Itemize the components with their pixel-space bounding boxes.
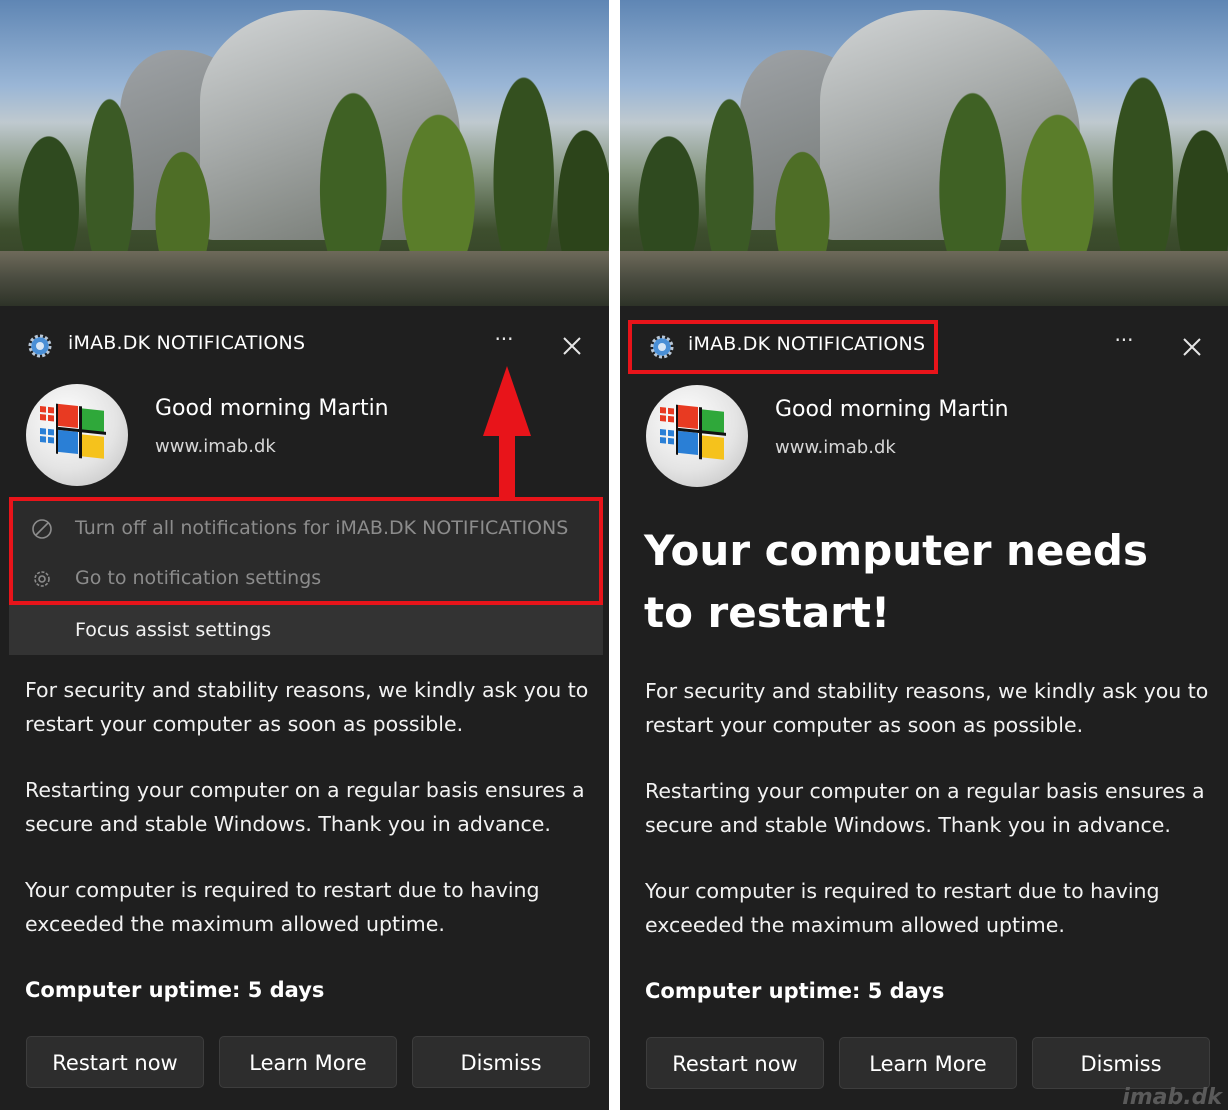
uptime-label: Computer uptime: <box>25 978 241 1002</box>
menu-item-label: Focus assist settings <box>75 619 272 641</box>
body-paragraph-3: Your computer is required to restart due… <box>645 879 1160 937</box>
uptime-value: 5 days <box>247 978 325 1002</box>
toast-header: iMAB.DK NOTIFICATIONS ··· <box>28 328 589 360</box>
learn-more-button[interactable]: Learn More <box>839 1037 1017 1089</box>
sender-url: www.imab.dk <box>155 436 276 457</box>
app-gear-icon <box>650 335 674 359</box>
more-options-button[interactable]: ··· <box>1106 329 1142 361</box>
sender-avatar <box>26 384 128 486</box>
windows-logo-icon <box>40 403 106 459</box>
toast-header: iMAB.DK NOTIFICATIONS ··· <box>648 329 1208 361</box>
menu-item-label: Turn off all notifications for iMAB.DK N… <box>75 517 569 539</box>
more-options-button[interactable]: ··· <box>486 328 522 360</box>
notification-title: Your computer needs to restart! <box>644 526 1148 637</box>
learn-more-button[interactable]: Learn More <box>219 1036 397 1088</box>
dismiss-button[interactable]: Dismiss <box>1032 1037 1210 1089</box>
sender-name: Good morning Martin <box>775 397 1009 422</box>
block-icon <box>32 519 52 539</box>
body-paragraph-3: Your computer is required to restart due… <box>25 878 540 936</box>
toast-with-context-menu: iMAB.DK NOTIFICATIONS ··· Good morning M… <box>0 0 609 1110</box>
menu-item-label: Go to notification settings <box>75 567 322 589</box>
restart-now-button[interactable]: Restart now <box>646 1037 824 1089</box>
app-gear-icon <box>28 334 52 358</box>
body-paragraph-1: For security and stability reasons, we k… <box>25 678 589 736</box>
menu-item-turn-off-notifications[interactable]: Turn off all notifications for iMAB.DK N… <box>9 503 603 553</box>
menu-item-focus-assist-settings[interactable]: Focus assist settings <box>9 605 603 655</box>
sender-name: Good morning Martin <box>155 396 389 421</box>
hero-image <box>0 0 609 306</box>
toast-notification: iMAB.DK NOTIFICATIONS ··· Good morning M… <box>620 0 1228 1110</box>
watermark: imab.dk <box>1122 1085 1222 1110</box>
gear-icon <box>34 571 50 587</box>
close-icon[interactable] <box>1178 333 1206 361</box>
uptime-value: 5 days <box>867 979 945 1003</box>
sender-avatar <box>646 385 748 487</box>
windows-logo-icon <box>660 404 726 460</box>
close-icon[interactable] <box>558 332 586 360</box>
hero-image <box>620 0 1228 306</box>
app-name: iMAB.DK NOTIFICATIONS <box>688 333 926 355</box>
restart-now-button[interactable]: Restart now <box>26 1036 204 1088</box>
dismiss-button[interactable]: Dismiss <box>412 1036 590 1088</box>
body-paragraph-1: For security and stability reasons, we k… <box>645 679 1209 737</box>
uptime-label: Computer uptime: <box>645 979 861 1003</box>
uptime-line: Computer uptime: 5 days <box>25 978 324 1002</box>
body-paragraph-2: Restarting your computer on a regular ba… <box>25 778 585 836</box>
sender-url: www.imab.dk <box>775 437 896 458</box>
body-paragraph-2: Restarting your computer on a regular ba… <box>645 779 1205 837</box>
arrow-shaft <box>499 432 515 498</box>
menu-item-notification-settings[interactable]: Go to notification settings <box>9 553 603 603</box>
app-name: iMAB.DK NOTIFICATIONS <box>68 332 306 354</box>
context-menu: Turn off all notifications for iMAB.DK N… <box>9 497 603 655</box>
uptime-line: Computer uptime: 5 days <box>645 979 944 1003</box>
arrow-head <box>483 366 531 436</box>
